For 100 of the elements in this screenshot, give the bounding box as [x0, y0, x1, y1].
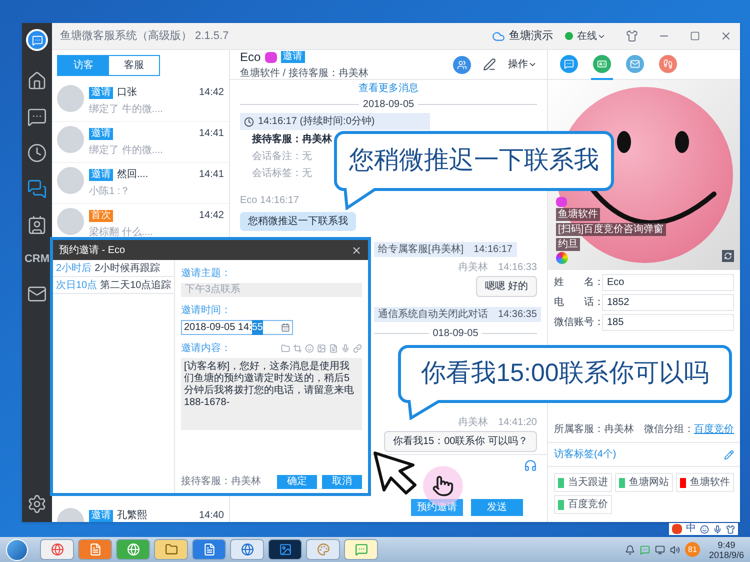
- session-detail: 会话备注：无: [252, 150, 312, 164]
- contacts-nav-icon[interactable]: [27, 215, 47, 235]
- refresh-icon[interactable]: [722, 250, 734, 262]
- subject-label: 邀请主题：: [181, 266, 232, 281]
- start-button[interactable]: [6, 538, 28, 560]
- message-meta: Eco 14:16:17: [240, 194, 299, 208]
- content-field[interactable]: [访客名称]，您好，这条消息是使用我们鱼塘的预约邀请定时发送的，稍后5分钟后我将拨打您的电话，请留意来电188-1678-: [181, 358, 362, 430]
- preset-item[interactable]: 次日10点 第二天10点追踪: [53, 277, 174, 294]
- history-nav-icon[interactable]: [27, 143, 47, 163]
- ime-mode[interactable]: 中: [686, 523, 696, 535]
- app-icon[interactable]: [78, 539, 112, 560]
- date-divider: 018-09-05: [432, 327, 478, 341]
- avatar-placeholder: [57, 126, 84, 153]
- photoshop-icon[interactable]: [268, 539, 302, 560]
- headset-icon[interactable]: [524, 459, 537, 472]
- message-time: 14:42: [198, 209, 224, 223]
- chat-app-icon[interactable]: [344, 539, 378, 560]
- status-dropdown[interactable]: 在线: [577, 28, 606, 44]
- folder-icon[interactable]: [281, 344, 290, 353]
- chat-nav-icon[interactable]: [27, 107, 47, 127]
- conversation-item[interactable]: 邀请 14:41 绑定了 件的微....: [52, 122, 229, 163]
- contact-subtitle: 鱼塘软件 / 接待客服：冉美林: [240, 66, 368, 81]
- account-name: 鱼塘演示: [509, 28, 553, 44]
- visitor-name: 然回....: [117, 168, 148, 182]
- bell-icon[interactable]: [624, 544, 635, 554]
- browser-icon[interactable]: [116, 539, 150, 560]
- message-bubble: 嗯嗯 好的: [476, 276, 537, 297]
- volume-icon[interactable]: [670, 544, 680, 554]
- visitor-label: 百度竞价: [554, 495, 612, 514]
- mic-icon[interactable]: [713, 524, 722, 534]
- profile-caption: 鱼塘软件: [556, 208, 600, 221]
- colorful-logo-icon: [556, 252, 568, 264]
- visitor-tag: 邀请: [89, 86, 113, 98]
- session-agent: 接待客服：冉美林: [250, 132, 333, 147]
- field-label: 微信账号：: [554, 316, 602, 330]
- clock-time: 9:49: [718, 540, 736, 550]
- profile-field[interactable]: Eco: [602, 274, 734, 291]
- network-icon[interactable]: [654, 544, 665, 554]
- message-time: 14:42: [198, 86, 224, 100]
- clock-icon: [244, 116, 254, 126]
- profile-field[interactable]: 1852: [602, 294, 734, 311]
- image-icon[interactable]: [317, 344, 326, 353]
- callout-tail: [344, 188, 378, 210]
- date-divider: 2018-09-05: [362, 98, 414, 112]
- preset-tag: 2小时后: [56, 260, 92, 276]
- time-label: 邀请时间：: [181, 304, 232, 318]
- content-label: 邀请内容：: [181, 342, 231, 356]
- caret-icon: [528, 60, 537, 69]
- preset-tag: 次日10点: [56, 278, 98, 292]
- message-bubble: 您稍微推迟一下联系我: [240, 212, 356, 231]
- calendar-icon[interactable]: [281, 323, 290, 332]
- session-header: 14:16:17 (持续时间:0分钟): [240, 113, 430, 130]
- conversation-item[interactable]: 邀请 口张 14:42 绑定了 牛的微....: [52, 81, 229, 122]
- chat-icon: [564, 58, 574, 68]
- actions-menu[interactable]: 操作: [508, 57, 537, 72]
- preset-text: 第二天10点追踪: [100, 278, 172, 292]
- message-meta: 冉美林 14:41:20: [458, 416, 537, 430]
- app-icon[interactable]: [230, 539, 264, 560]
- avatar-placeholder: [57, 208, 84, 235]
- group-icon[interactable]: [453, 56, 471, 74]
- maximize-icon[interactable]: [690, 31, 700, 41]
- visitor-name: 口张: [117, 86, 137, 100]
- home-nav-icon[interactable]: [27, 71, 47, 91]
- conversation-item[interactable]: 邀请 然回.... 14:41 小陈1 :？: [52, 163, 229, 204]
- message-preview: 小陈1 :？: [89, 184, 132, 199]
- group-label: 微信分组：: [644, 423, 694, 437]
- system-notice: 通信系统自动关闭此对话 14:36:35: [374, 307, 541, 322]
- profile-field[interactable]: 185: [602, 314, 734, 331]
- field-label: 电 话：: [554, 296, 602, 310]
- skin-icon[interactable]: [726, 524, 735, 534]
- mail-icon: [630, 58, 640, 68]
- app-icon[interactable]: [40, 539, 74, 560]
- settings-icon[interactable]: [27, 494, 47, 514]
- cloud-icon: [492, 30, 505, 42]
- link-icon[interactable]: [353, 344, 362, 353]
- preset-item[interactable]: 2小时后 2小时候再跟踪: [53, 260, 174, 277]
- pen-icon[interactable]: [483, 58, 496, 71]
- chats-nav-icon[interactable]: [27, 179, 47, 199]
- folder-icon[interactable]: [154, 539, 188, 560]
- crm-nav-item[interactable]: CRM: [24, 251, 50, 268]
- logo-icon: [26, 29, 48, 51]
- message-time: 14:41: [198, 168, 224, 182]
- invite-tag: 邀请: [280, 51, 305, 63]
- mail-nav-icon[interactable]: [27, 284, 47, 304]
- skin-icon[interactable]: [626, 30, 638, 42]
- app-icon[interactable]: [192, 539, 226, 560]
- close-icon[interactable]: [351, 244, 362, 256]
- callout-tail: [408, 400, 442, 420]
- edit-icon[interactable]: [724, 450, 734, 460]
- load-more-link[interactable]: 查看更多消息: [358, 81, 418, 96]
- datetime-field[interactable]: 2018-09-05 14:55: [181, 320, 293, 335]
- channel-icon: [556, 197, 567, 207]
- session-detail: 会话标签：无: [252, 166, 312, 181]
- crop-icon[interactable]: [293, 344, 302, 353]
- card-icon: [597, 58, 607, 68]
- dialog-title: 预约邀请 - Eco: [59, 244, 126, 258]
- group-link[interactable]: 百度竞价: [694, 422, 734, 437]
- document-icon[interactable]: [329, 344, 338, 353]
- close-icon[interactable]: [720, 30, 732, 42]
- emoji-icon[interactable]: [700, 524, 709, 534]
